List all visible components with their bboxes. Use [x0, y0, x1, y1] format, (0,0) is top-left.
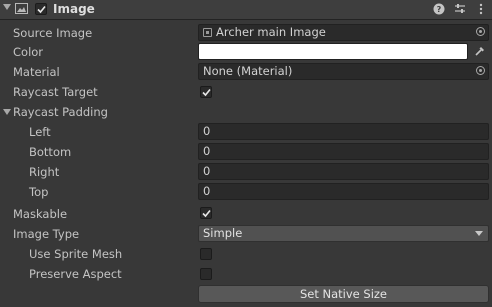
source-image-label: Source Image — [13, 26, 93, 40]
component-header[interactable]: Image ? — [0, 0, 492, 20]
preserve-aspect-checkbox[interactable] — [200, 268, 212, 280]
padding-left-field[interactable]: 0 — [198, 123, 489, 140]
image-type-dropdown[interactable]: Simple — [198, 225, 489, 242]
component-enabled-checkbox[interactable] — [35, 3, 47, 15]
raycast-padding-foldout-icon[interactable] — [3, 109, 11, 115]
preserve-aspect-label: Preserve Aspect — [29, 267, 122, 281]
raycast-target-checkbox[interactable] — [200, 86, 212, 98]
foldout-arrow-icon[interactable] — [3, 4, 11, 10]
help-icon[interactable]: ? — [433, 3, 445, 15]
use-sprite-mesh-label: Use Sprite Mesh — [29, 247, 123, 261]
padding-left-label: Left — [29, 125, 51, 139]
padding-right-label: Right — [29, 165, 60, 179]
padding-bottom-label: Bottom — [29, 145, 72, 159]
source-image-value: Archer main Image — [216, 25, 326, 39]
dropdown-arrow-icon — [475, 231, 483, 236]
eyedropper-icon[interactable] — [474, 45, 486, 57]
checkmark-icon — [202, 209, 211, 218]
image-component-icon — [15, 3, 28, 14]
checkmark-icon — [37, 5, 46, 14]
svg-text:?: ? — [437, 5, 442, 14]
object-picker-icon[interactable] — [476, 66, 485, 75]
set-native-size-button[interactable]: Set Native Size — [198, 285, 489, 303]
color-swatch[interactable] — [198, 43, 468, 60]
color-label: Color — [13, 45, 44, 59]
sprite-icon — [203, 28, 212, 37]
material-value: None (Material) — [203, 64, 293, 78]
raycast-target-label: Raycast Target — [13, 85, 98, 99]
use-sprite-mesh-checkbox[interactable] — [200, 248, 212, 260]
image-type-label: Image Type — [13, 227, 80, 241]
maskable-label: Maskable — [13, 207, 68, 221]
padding-right-field[interactable]: 0 — [198, 163, 489, 180]
component-title: Image — [53, 2, 95, 16]
material-field[interactable]: None (Material) — [198, 63, 489, 80]
object-picker-icon[interactable] — [476, 27, 485, 36]
padding-bottom-field[interactable]: 0 — [198, 143, 489, 160]
presets-icon[interactable] — [454, 3, 466, 15]
kebab-menu-icon[interactable] — [475, 3, 487, 15]
maskable-checkbox[interactable] — [200, 207, 212, 219]
padding-top-label: Top — [29, 185, 49, 199]
material-label: Material — [13, 65, 60, 79]
raycast-padding-label[interactable]: Raycast Padding — [13, 102, 108, 122]
checkmark-icon — [202, 88, 211, 97]
image-type-value: Simple — [203, 226, 243, 240]
source-image-field[interactable]: Archer main Image — [198, 24, 489, 41]
padding-top-field[interactable]: 0 — [198, 183, 489, 200]
